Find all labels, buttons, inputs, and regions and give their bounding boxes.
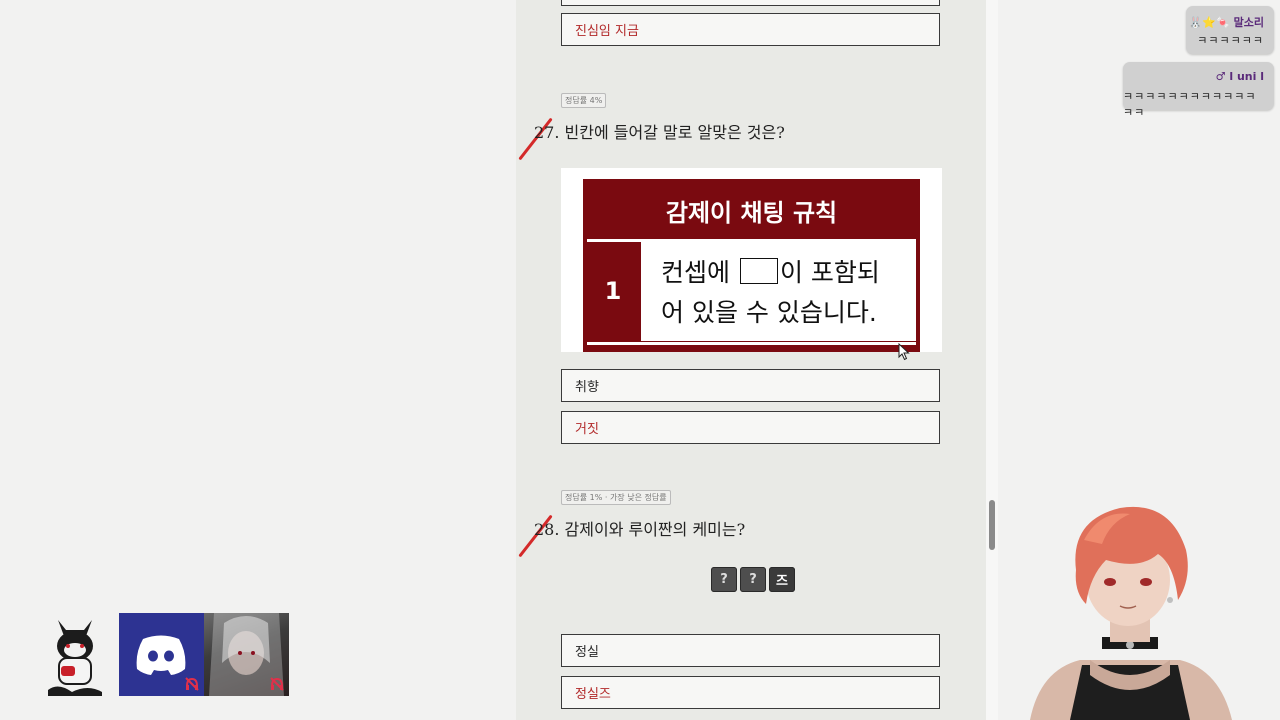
muted-headset-icon — [185, 677, 199, 691]
choice-label: 진심임 지금 — [575, 24, 639, 39]
choice-28-2[interactable]: 정실즈 — [561, 676, 940, 709]
question-27-text: 27. 빈칸에 들어갈 말로 알맞은 것은? — [534, 123, 785, 142]
choice-label: 정실즈 — [575, 687, 611, 702]
mascot-sticker — [48, 620, 102, 696]
chat-rules-banner: 감제이 채팅 규칙 1 컨셉에 이 포함되 어 있을 수 있습니다. — [583, 179, 920, 352]
rules-title: 감제이 채팅 규칙 — [665, 198, 838, 227]
hint-tile: ? — [740, 567, 766, 592]
hint-tiles: ? ? 즈 — [711, 567, 795, 592]
hint-tile: 즈 — [769, 567, 795, 592]
rule-text: 컨셉에 이 포함되 어 있을 수 있습니다. — [641, 241, 916, 341]
choice-27-1[interactable]: 취향 — [561, 369, 940, 402]
question-28-text: 28. 감제이와 루이짠의 케미는? — [534, 520, 746, 539]
choice-27-2[interactable]: 거짓 — [561, 411, 940, 444]
muted-headset-icon — [270, 677, 284, 691]
voice-participant-discord — [119, 613, 204, 696]
hint-tile: ? — [711, 567, 737, 592]
rule-line1-pre: 컨셉에 — [661, 258, 731, 287]
page-scrollbar[interactable] — [986, 0, 998, 720]
chat-username: 🐰⭐🍬 말소리 — [1188, 16, 1264, 29]
choice-label: 정실 — [575, 645, 599, 660]
choice-prev-wrong[interactable]: 진심임 지금 — [561, 13, 940, 46]
rule-number: 1 — [604, 277, 622, 305]
choice-label: 거짓 — [575, 422, 599, 437]
choice-28-1[interactable]: 정실 — [561, 634, 940, 667]
streamer-avatar — [1030, 506, 1232, 720]
rule-divider — [587, 342, 916, 345]
chat-text: ㅋㅋㅋㅋㅋㅋ — [1197, 34, 1264, 47]
voice-participant-avatar — [204, 613, 289, 696]
choice-prev-hidden[interactable] — [561, 0, 940, 6]
chat-message: 🐰⭐🍬 말소리 ㅋㅋㅋㅋㅋㅋ — [1186, 6, 1274, 54]
chat-message: ♂ l uni l ㅋㅋㅋㅋㅋㅋㅋㅋㅋㅋㅋㅋㅋㅋ — [1123, 62, 1274, 119]
voice-call-widget — [119, 613, 289, 696]
correct-rate-badge: 정답률 1% · 가장 낮은 정답률 — [561, 490, 671, 505]
chat-text: ㅋㅋㅋㅋㅋㅋㅋㅋㅋㅋㅋㅋㅋㅋ — [1123, 90, 1257, 119]
chat-username: ♂ l uni l — [1215, 70, 1264, 83]
mouse-pointer-icon — [898, 343, 910, 361]
scrollbar-thumb[interactable] — [989, 500, 995, 550]
discord-icon — [136, 635, 186, 675]
rule-line1-post: 이 포함되 — [779, 258, 880, 287]
choice-label: 취향 — [575, 380, 599, 395]
correct-rate-badge: 정답률 4% — [561, 93, 607, 108]
rule-line2: 어 있을 수 있습니다. — [661, 298, 877, 327]
quiz-page: 진심임 지금 정답률 4% 27. 빈칸에 들어갈 말로 알맞은 것은? 감제이… — [516, 0, 986, 720]
question-27-image: 감제이 채팅 규칙 1 컨셉에 이 포함되 어 있을 수 있습니다. — [561, 168, 942, 352]
blank-box — [739, 258, 778, 284]
